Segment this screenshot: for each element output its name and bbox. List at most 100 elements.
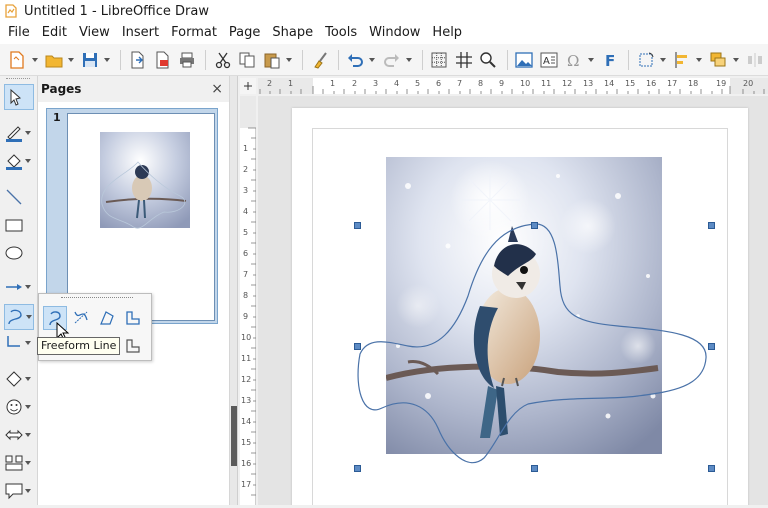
arrow-line-dropdown-arrow[interactable] [24,274,32,300]
symbol-shapes-tool[interactable] [4,394,34,420]
save-icon[interactable] [79,48,102,72]
copy-icon[interactable] [236,48,259,72]
rectangle-tool[interactable] [4,212,34,238]
arrange-icon[interactable] [707,48,730,72]
polygon-45-filled-icon [126,339,140,353]
menu-insert[interactable]: Insert [116,22,165,44]
ruler-label: 14 [604,79,615,88]
special-character-icon[interactable]: Ω [562,48,585,72]
polygon-45-filled-button[interactable] [121,334,145,358]
grid-icon[interactable] [428,48,451,72]
selection-handle-top-right[interactable] [708,222,715,229]
arrow-line-tool[interactable] [4,274,34,300]
helplines-icon[interactable] [452,48,475,72]
export-pdf-icon[interactable] [151,48,174,72]
insert-image-icon[interactable] [513,48,536,72]
page-thumbnail-slot[interactable]: 1 [46,108,218,324]
flowchart-tool[interactable] [4,450,34,476]
connector-tool[interactable] [4,330,34,356]
align-icon[interactable] [671,48,694,72]
selection-handle-bottom-right[interactable] [708,465,715,472]
horizontal-ruler[interactable]: 2 1 1 2 3 4 5 6 7 8 9 10 11 12 13 14 15 … [258,78,768,94]
curve-dropdown-arrow[interactable] [25,304,33,330]
toolbar-grip[interactable] [6,78,30,81]
ruler-label: 5 [415,79,421,88]
open-dropdown-arrow[interactable] [67,48,75,72]
menu-edit[interactable]: Edit [36,22,73,44]
new-dropdown-arrow[interactable] [31,48,39,72]
ruler-label: 2 [243,165,249,174]
fill-color-dropdown-arrow[interactable] [24,148,32,174]
basic-shapes-tool[interactable] [4,366,34,392]
ruler-label: 13 [241,396,252,405]
fontwork-icon[interactable]: F [599,48,622,72]
callouts-tool[interactable] [4,478,34,504]
ruler-label: 9 [243,312,249,321]
curve-tool[interactable] [4,304,34,330]
line-color-tool[interactable] [4,120,34,146]
basic-shapes-dropdown-arrow[interactable] [24,366,32,392]
selection-handle-top-left[interactable] [354,222,361,229]
line-tool[interactable] [4,184,34,210]
menu-tools[interactable]: Tools [319,22,363,44]
print-icon[interactable] [176,48,199,72]
drawing-canvas[interactable] [258,96,768,505]
connector-dropdown-arrow[interactable] [24,330,32,356]
fill-color-tool[interactable] [4,148,34,174]
insert-textbox-icon[interactable]: A [538,48,561,72]
bird-image[interactable] [258,96,768,505]
align-dropdown-arrow[interactable] [696,48,704,72]
clone-formatting-icon[interactable] [308,48,331,72]
close-icon[interactable]: × [211,81,223,97]
selection-handle-bottom-center[interactable] [531,465,538,472]
connector-icon [7,336,20,347]
callouts-dropdown-arrow[interactable] [24,478,32,504]
selection-handle-bottom-left[interactable] [354,465,361,472]
ruler-label: 8 [478,79,484,88]
new-document-icon[interactable] [6,48,29,72]
vertical-ruler[interactable]: 1 2 3 4 5 6 7 8 9 10 11 12 13 14 15 16 1… [240,96,256,505]
open-folder-icon[interactable] [42,48,65,72]
selection-handle-middle-left[interactable] [354,343,361,350]
splitter-collapse-handle[interactable] [231,406,237,466]
polygon-button[interactable] [121,306,145,330]
paste-dropdown-arrow[interactable] [286,48,294,72]
zoom-icon[interactable] [477,48,500,72]
menu-view[interactable]: View [73,22,116,44]
curve-filled-button[interactable] [69,306,93,330]
ruler-label: 3 [373,79,379,88]
transformations-dropdown-arrow[interactable] [659,48,667,72]
ellipse-tool[interactable] [4,240,34,266]
ruler-label: 12 [241,375,252,384]
arrange-dropdown-arrow[interactable] [732,48,740,72]
symbol-shapes-dropdown-arrow[interactable] [24,394,32,420]
select-tool[interactable] [4,84,34,110]
block-arrows-tool[interactable] [4,422,34,448]
menu-help[interactable]: Help [426,22,468,44]
flyout-grip[interactable] [61,297,133,298]
undo-dropdown-arrow[interactable] [369,48,377,72]
cut-icon[interactable] [211,48,234,72]
selection-handle-top-center[interactable] [531,222,538,229]
flowchart-dropdown-arrow[interactable] [24,450,32,476]
polygon-45-button[interactable] [95,306,119,330]
menu-window[interactable]: Window [363,22,426,44]
block-arrows-dropdown-arrow[interactable] [24,422,32,448]
menu-shape[interactable]: Shape [266,22,319,44]
ruler-label: 11 [541,79,552,88]
selection-handle-middle-right[interactable] [708,343,715,350]
menu-page[interactable]: Page [223,22,266,44]
ruler-label: 15 [241,438,252,447]
line-color-dropdown-arrow[interactable] [24,120,32,146]
menu-file[interactable]: File [2,22,36,44]
page-thumbnail[interactable] [67,113,215,321]
menu-format[interactable]: Format [165,22,223,44]
pane-splitter[interactable] [230,76,238,505]
special-character-dropdown-arrow[interactable] [587,48,595,72]
ruler-label: 10 [241,333,252,342]
save-dropdown-arrow[interactable] [103,48,111,72]
undo-icon[interactable] [344,48,367,72]
transformations-icon[interactable] [634,48,657,72]
export-icon[interactable] [126,48,149,72]
paste-icon[interactable] [261,48,284,72]
